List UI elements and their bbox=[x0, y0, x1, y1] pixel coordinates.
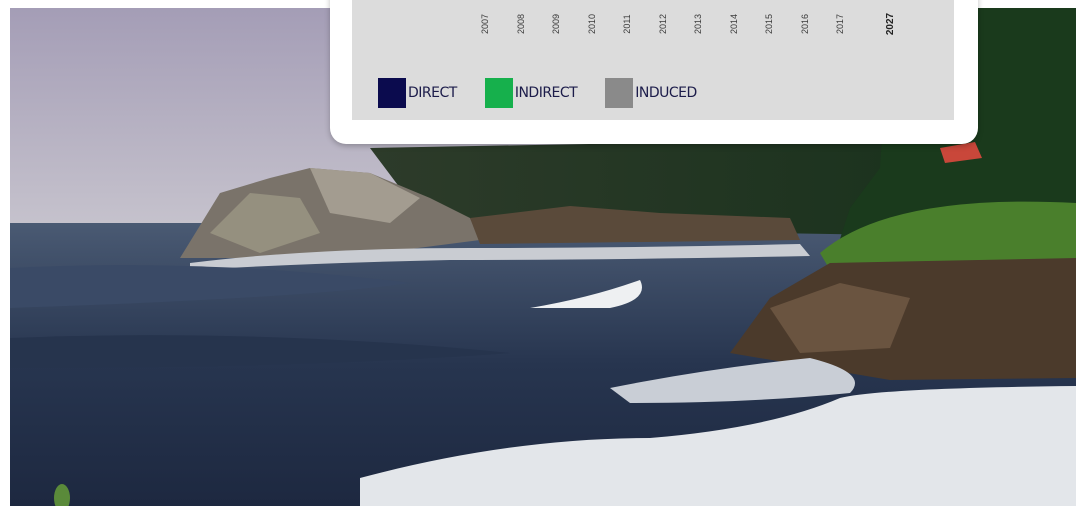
x-tick-label: 2014 bbox=[728, 13, 739, 35]
x-tick-label: 2012 bbox=[657, 13, 668, 35]
legend-label: DIRECT bbox=[408, 85, 457, 101]
legend-swatch bbox=[605, 78, 634, 108]
x-tick-label: 2015 bbox=[764, 13, 774, 35]
chart-card: 2007 2008 2009 2010 2011 2012 2013 2014 2015 2016… bbox=[330, 0, 978, 144]
x-tick-label: 2027 bbox=[885, 12, 896, 36]
chart-legend: DIRECT INDIRECT INDUCED bbox=[378, 76, 725, 110]
x-tick-label: 2010 bbox=[586, 13, 597, 35]
x-tick-label: 2011 bbox=[622, 14, 632, 34]
x-tick-label: 2017 bbox=[835, 13, 845, 35]
x-tick-label: 2013 bbox=[693, 13, 703, 35]
x-tick-label: 2009 bbox=[551, 13, 561, 35]
x-tick-label: 2008 bbox=[515, 13, 526, 35]
legend-label: INDUCED bbox=[635, 85, 697, 101]
legend-item: INDUCED bbox=[605, 78, 697, 108]
legend-swatch bbox=[484, 78, 513, 108]
x-axis-ticks: 2007 2008 2009 2010 2011 2012 2013 2014 2015 2016… bbox=[352, 0, 954, 40]
x-tick-label: 2016 bbox=[799, 13, 810, 35]
chart-panel: 2007 2008 2009 2010 2011 2012 2013 2014 2015 2016… bbox=[352, 0, 954, 120]
legend-item: INDIRECT bbox=[484, 78, 578, 108]
top-strip bbox=[0, 0, 340, 8]
x-tick-label: 2007 bbox=[480, 13, 490, 35]
legend-swatch bbox=[378, 78, 406, 108]
legend-item: DIRECT bbox=[378, 78, 457, 108]
legend-label: INDIRECT bbox=[514, 85, 578, 101]
